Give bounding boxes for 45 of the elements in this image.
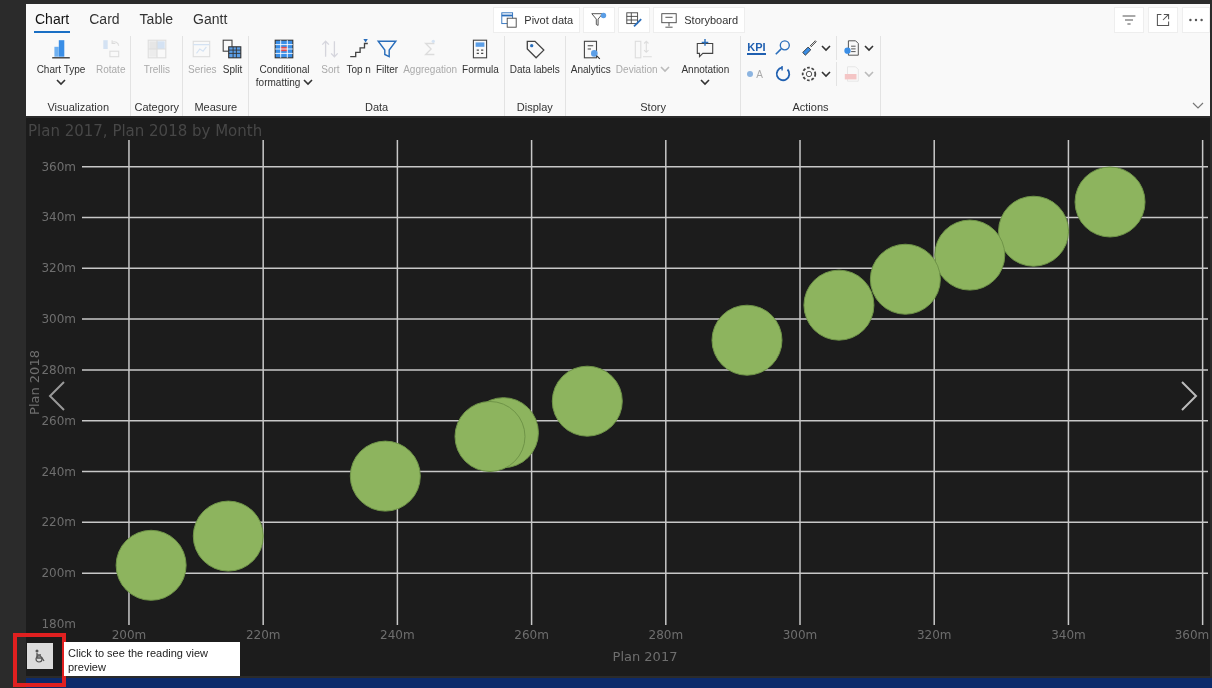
axis-tick-label: 200m — [111, 628, 147, 642]
axis-tick-label: 220m — [41, 515, 76, 530]
axis-tick-label: 240m — [41, 464, 76, 479]
group-label: Data — [365, 100, 389, 115]
axis-tick-label: 360m — [1174, 628, 1210, 642]
axis-tick-label: 260m — [514, 628, 549, 642]
ribbon-button[interactable]: Split — [219, 36, 246, 78]
tab[interactable]: Chart — [34, 7, 71, 33]
axis-tick-label: 320m — [916, 628, 952, 642]
x-axis-title: Plan 2017 — [612, 649, 678, 664]
toolbar-button[interactable]: Pivot data — [493, 7, 581, 33]
axis-tick-label: 260m — [41, 413, 76, 428]
axis-tick-label: 300m — [782, 628, 818, 642]
ribbon-button[interactable]: Top n — [344, 36, 373, 78]
group-label: Actions — [792, 100, 829, 115]
tab[interactable]: Table — [138, 7, 175, 33]
group-label: Measure — [194, 100, 238, 115]
tab[interactable]: Gantt — [192, 7, 229, 33]
group-label: Visualization — [47, 100, 109, 115]
group-label: Category — [134, 100, 180, 115]
group-label: Display — [516, 100, 553, 115]
axis-tick-label: 340m — [41, 210, 76, 225]
ribbon-button[interactable]: Data labels — [507, 36, 562, 78]
tab[interactable]: Card — [88, 7, 121, 33]
axis-tick-label: 360m — [41, 159, 76, 174]
axis-tick-label: 340m — [1051, 628, 1086, 642]
axis-tick-label: 300m — [41, 312, 76, 327]
ribbon-button[interactable]: Filter — [373, 36, 401, 78]
ribbon-button[interactable]: KPI — [744, 36, 769, 60]
group-label: Story — [640, 100, 666, 115]
axis-tick-label: 280m — [648, 628, 684, 642]
ribbon-button[interactable]: Analytics — [568, 36, 613, 78]
ribbon-button[interactable]: Formula — [460, 36, 501, 78]
tooltip-text: Click to see the reading view preview — [68, 646, 209, 674]
ribbon-button[interactable]: Annotation — [673, 36, 738, 91]
axis-tick-label: 240m — [380, 628, 415, 642]
axis-tick-label: 180m — [41, 617, 76, 631]
y-axis-title: Plan 2018 — [27, 350, 42, 415]
ribbon-button[interactable]: Chart Type — [29, 36, 93, 91]
ribbon-button[interactable]: Conditional formatting — [252, 36, 317, 91]
axis-tick-label: 200m — [41, 566, 76, 581]
axis-tick-label: 320m — [41, 261, 76, 276]
axis-tick-label: 220m — [245, 628, 281, 642]
axis-tick-label: 280m — [41, 362, 76, 377]
toolbar-button[interactable]: Storyboard — [653, 7, 746, 33]
